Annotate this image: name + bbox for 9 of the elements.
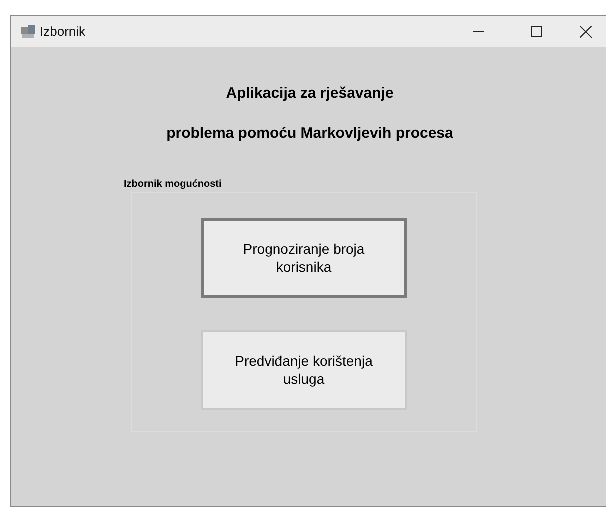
heading-text: Aplikacija za rješavanje bbox=[226, 84, 394, 104]
maximize-icon bbox=[530, 26, 542, 37]
close-icon bbox=[580, 26, 592, 38]
menu-button[interactable]: Predviđanje korištenja usluga bbox=[201, 330, 407, 410]
heading-text: problema pomoću Markovljevih procesa bbox=[166, 124, 454, 144]
menu-button[interactable]: Prognoziranje broja korisnika bbox=[201, 218, 407, 298]
window-title: Izbornik bbox=[40, 22, 86, 41]
group-label: Izbornik mogućnosti bbox=[124, 178, 222, 192]
app-icon bbox=[21, 24, 35, 38]
